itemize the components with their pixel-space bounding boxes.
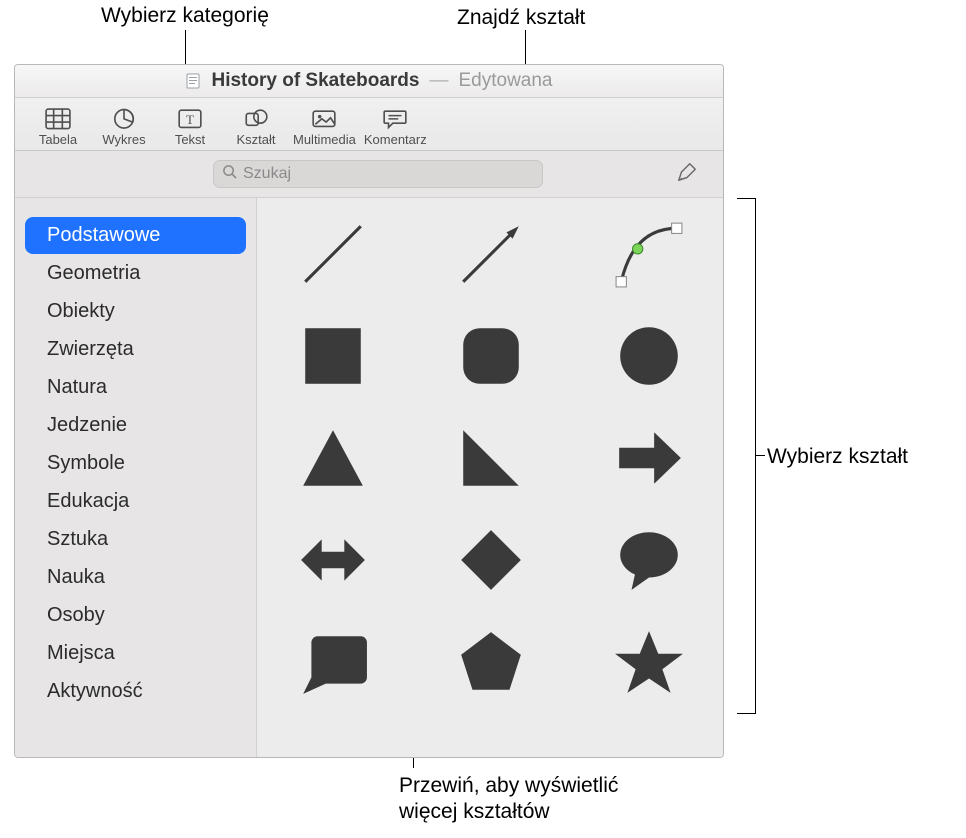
shape-callout-square[interactable] — [297, 626, 369, 698]
shape-line[interactable] — [297, 218, 369, 290]
category-item[interactable]: Geometria — [25, 255, 246, 292]
callout-scroll-more: Przewiń, aby wyświetlić więcej kształtów — [399, 773, 618, 826]
callout-choose-shape: Wybierz kształt — [767, 444, 908, 470]
toolbar-label: Multimedia — [293, 132, 356, 147]
category-item[interactable]: Symbole — [25, 445, 246, 482]
toolbar-label: Komentarz — [364, 132, 427, 147]
shapes-bracket — [738, 198, 756, 714]
search-input[interactable] — [243, 165, 534, 183]
category-item[interactable]: Miejsca — [25, 635, 246, 672]
shape-icon — [243, 108, 269, 130]
main-toolbar: Tabela Wykres T Tekst Kształt Multimedia… — [15, 98, 723, 158]
ksztalt-button[interactable]: Kształt — [227, 102, 285, 154]
text-icon: T — [177, 108, 203, 130]
category-item[interactable]: Natura — [25, 369, 246, 406]
shapes-grid-area[interactable] — [257, 198, 724, 758]
shape-diamond[interactable] — [455, 524, 527, 596]
popover-body: PodstawoweGeometriaObiektyZwierzętaNatur… — [15, 197, 724, 758]
toolbar-label: Wykres — [102, 132, 145, 147]
category-item[interactable]: Zwierzęta — [25, 331, 246, 368]
komentarz-button[interactable]: Komentarz — [364, 102, 427, 154]
shapes-grid — [279, 218, 703, 698]
table-icon — [45, 108, 71, 130]
title-separator: — — [429, 70, 448, 92]
shape-arrow-right[interactable] — [613, 422, 685, 494]
search-box[interactable] — [213, 160, 543, 188]
toolbar-label: Kształt — [236, 132, 275, 147]
shape-star[interactable] — [613, 626, 685, 698]
document-icon — [185, 73, 201, 89]
shape-triangle[interactable] — [297, 422, 369, 494]
shape-square[interactable] — [297, 320, 369, 392]
toolbar-label: Tekst — [175, 132, 205, 147]
pen-icon — [676, 161, 698, 188]
media-icon — [311, 108, 337, 130]
shapes-popover: PodstawoweGeometriaObiektyZwierzętaNatur… — [15, 150, 724, 758]
category-item[interactable]: Podstawowe — [25, 217, 246, 254]
window-titlebar: History of Skateboards — Edytowana — [15, 65, 723, 98]
category-item[interactable]: Sztuka — [25, 521, 246, 558]
shape-pentagon[interactable] — [455, 626, 527, 698]
comment-icon — [382, 108, 408, 130]
shape-right-triangle[interactable] — [455, 422, 527, 494]
shape-rounded-square[interactable] — [455, 320, 527, 392]
category-item[interactable]: Nauka — [25, 559, 246, 596]
callout-choose-category: Wybierz kategorię — [101, 3, 269, 29]
category-sidebar: PodstawoweGeometriaObiektyZwierzętaNatur… — [15, 198, 257, 758]
shape-curve-editable[interactable] — [613, 218, 685, 290]
app-window: History of Skateboards — Edytowana Tabel… — [14, 64, 724, 758]
shape-circle[interactable] — [613, 320, 685, 392]
search-row — [15, 151, 724, 197]
category-item[interactable]: Edukacja — [25, 483, 246, 520]
multimedia-button[interactable]: Multimedia — [293, 102, 356, 154]
svg-text:T: T — [186, 112, 194, 127]
document-status: Edytowana — [458, 70, 552, 92]
chart-icon — [111, 108, 137, 130]
document-title: History of Skateboards — [211, 70, 419, 92]
callout-find-shape: Znajdź kształt — [457, 5, 585, 31]
draw-with-pen-button[interactable] — [667, 160, 707, 188]
category-item[interactable]: Obiekty — [25, 293, 246, 330]
search-icon — [222, 164, 237, 184]
toolbar-label: Tabela — [39, 132, 77, 147]
wykres-button[interactable]: Wykres — [95, 102, 153, 154]
tekst-button[interactable]: T Tekst — [161, 102, 219, 154]
tabela-button[interactable]: Tabela — [29, 102, 87, 154]
category-item[interactable]: Osoby — [25, 597, 246, 634]
shape-line-arrow[interactable] — [455, 218, 527, 290]
shape-speech-bubble[interactable] — [613, 524, 685, 596]
shapes-bracket-tick — [756, 455, 765, 456]
category-item[interactable]: Jedzenie — [25, 407, 246, 444]
shape-double-arrow[interactable] — [297, 524, 369, 596]
category-item[interactable]: Aktywność — [25, 673, 246, 710]
